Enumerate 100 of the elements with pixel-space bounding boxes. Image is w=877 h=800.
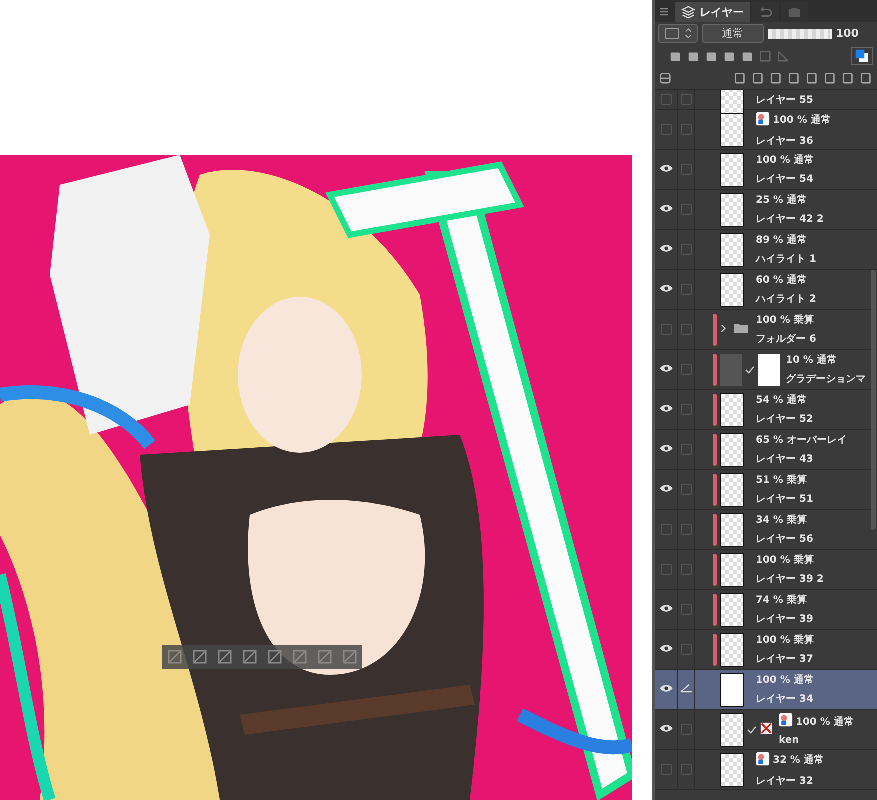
layer-name: レイヤー 42 2: [756, 213, 824, 226]
mask-thumbnail: [758, 354, 780, 386]
layer-info: 34 % 乗算: [756, 514, 807, 527]
lock-checkbox[interactable]: [680, 644, 692, 655]
list-view-icon[interactable]: [659, 72, 672, 84]
layer-thumbnail: [720, 672, 744, 706]
layer-info: 89 % 通常: [756, 234, 807, 247]
layer-name: ハイライト 1: [756, 253, 816, 266]
layer-name: レイヤー 39 2: [756, 573, 824, 586]
layer-thumbnail: [720, 192, 744, 226]
layer-row[interactable]: 100 % 通常 レイヤー 54: [655, 150, 877, 190]
layer-name: レイヤー 34: [756, 693, 814, 706]
visibility-checkbox[interactable]: [660, 324, 672, 335]
layer-name: レイヤー 51: [756, 493, 814, 506]
visibility-checkbox[interactable]: [660, 764, 672, 775]
opacity-slider[interactable]: [768, 28, 832, 38]
layer-thumbnail: [720, 752, 744, 786]
up-down-arrows-icon: [684, 28, 692, 39]
layer-row[interactable]: 34 % 乗算 レイヤー 56: [655, 510, 877, 550]
layer-thumbnail: [720, 152, 744, 186]
layer-name: レイヤー 37: [756, 653, 814, 666]
layer-info: 100 % 乗算: [756, 554, 814, 567]
layer-info: 100 % 通常: [756, 674, 814, 687]
reference-layer-icon: [756, 112, 770, 128]
lock-checkbox[interactable]: [680, 404, 692, 415]
lock-checkbox[interactable]: [680, 524, 692, 535]
lock-checkbox[interactable]: [680, 364, 692, 375]
panel-tab[interactable]: [752, 2, 779, 22]
visibility-checkbox[interactable]: [660, 524, 672, 535]
lock-checkbox[interactable]: [680, 484, 692, 495]
layer-thumbnail: [720, 632, 744, 666]
layer-info: 25 % 通常: [756, 194, 807, 207]
visibility-checkbox[interactable]: [660, 124, 672, 135]
layer-thumbnail: [720, 232, 744, 266]
layer-name: レイヤー 52: [756, 413, 814, 426]
layer-row[interactable]: 10 % 通常 グラデーションマ: [655, 350, 877, 390]
layer-thumbnail: [720, 272, 744, 306]
layer-thumbnail: [720, 512, 744, 546]
lock-checkbox[interactable]: [680, 604, 692, 615]
layer-name: レイヤー 54: [756, 173, 814, 186]
layer-row[interactable]: 32 % 通常 レイヤー 32: [655, 750, 877, 790]
check-icon: [745, 366, 755, 374]
lock-checkbox[interactable]: [680, 204, 692, 215]
layer-row[interactable]: 25 % 通常 レイヤー 42 2: [655, 190, 877, 230]
layer-info: 65 % オーバーレイ: [756, 434, 847, 447]
lock-checkbox[interactable]: [680, 724, 692, 735]
opacity-value[interactable]: 100: [836, 27, 859, 40]
layer-thumbnail: [720, 112, 744, 146]
lock-checkbox[interactable]: [680, 324, 692, 335]
layer-row[interactable]: 89 % 通常 ハイライト 1: [655, 230, 877, 270]
panel-tab[interactable]: [781, 2, 808, 22]
layer-thumbnail: [720, 472, 744, 506]
layer-color-dropdown[interactable]: [658, 24, 698, 43]
layer-name: レイヤー 43: [756, 453, 814, 466]
lock-checkbox[interactable]: [680, 124, 692, 135]
lock-checkbox[interactable]: [680, 284, 692, 295]
panel-tab[interactable]: レイヤー: [675, 2, 750, 22]
undo-icon: [758, 4, 773, 20]
lock-checkbox[interactable]: [680, 764, 692, 775]
layers-icon: [681, 4, 696, 20]
layer-name: ハイライト 2: [756, 293, 816, 306]
layer-info: 51 % 乗算: [756, 474, 807, 487]
lock-checkbox[interactable]: [680, 94, 692, 105]
layer-row[interactable]: 100 % 通常 レイヤー 34: [655, 670, 877, 710]
layer-color-swatch-icon[interactable]: [851, 47, 873, 65]
layer-info: 10 % 通常: [786, 354, 837, 367]
layer-name: レイヤー 56: [756, 533, 814, 546]
layer-info: 54 % 通常: [756, 394, 807, 407]
layer-info: 100 % 通常: [756, 154, 814, 167]
gradient-thumbnail: [720, 354, 742, 386]
lock-checkbox[interactable]: [680, 244, 692, 255]
layer-row[interactable]: 74 % 乗算 レイヤー 39: [655, 590, 877, 630]
lock-checkbox[interactable]: [680, 444, 692, 455]
visibility-checkbox[interactable]: [660, 94, 672, 105]
layer-row[interactable]: 100 % 通常 レイヤー 36: [655, 110, 877, 150]
layer-thumbnail: [720, 712, 744, 746]
layer-name: ken: [779, 735, 800, 746]
layer-info: 100 % 通常: [773, 114, 831, 127]
layer-name: レイヤー 32: [756, 774, 814, 788]
lock-checkbox[interactable]: [680, 164, 692, 175]
check-icon: [747, 726, 757, 734]
layer-name: レイヤー 55: [756, 94, 814, 106]
layer-info: 60 % 通常: [756, 274, 807, 287]
layer-name: レイヤー 39: [756, 613, 814, 626]
layer-info: 74 % 乗算: [756, 594, 807, 607]
layer-thumbnail: [720, 592, 744, 626]
scrollbar[interactable]: [871, 270, 876, 530]
layer-name: グラデーションマ: [786, 373, 866, 386]
layer-thumbnail: [720, 552, 744, 586]
layer-info: 100 % 通常: [796, 716, 854, 728]
layer-thumbnail: [720, 392, 744, 426]
reference-layer-icon: [756, 752, 770, 768]
layer-info: 100 % 乗算: [756, 634, 814, 647]
visibility-checkbox[interactable]: [660, 564, 672, 575]
layer-thumbnail: [720, 432, 744, 466]
layer-row[interactable]: 100 % 乗算 レイヤー 39 2: [655, 550, 877, 590]
blend-mode-dropdown[interactable]: 通常: [702, 24, 764, 43]
lock-checkbox[interactable]: [680, 564, 692, 575]
layer-row[interactable]: 100 % 通常 ken: [655, 710, 877, 750]
layer-name: レイヤー 36: [756, 134, 814, 148]
